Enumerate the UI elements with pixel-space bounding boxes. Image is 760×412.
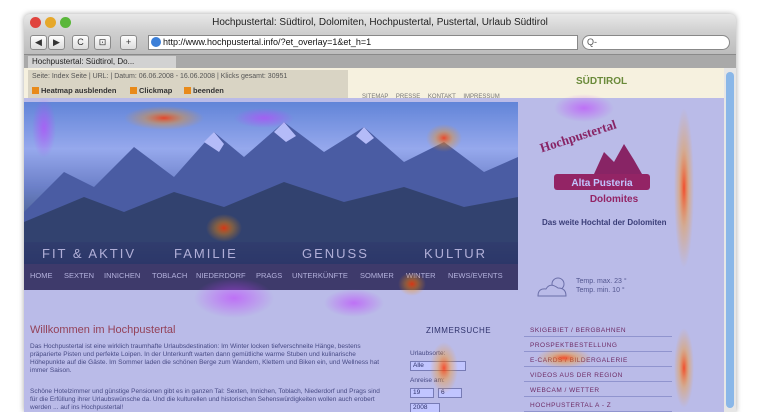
link-webcam[interactable]: WEBCAM / WETTER: [524, 384, 672, 397]
category-familie[interactable]: FAMILIE: [174, 246, 238, 261]
window-title: Hochpustertal: Südtirol, Dolomiten, Hoch…: [212, 17, 548, 28]
weather-widget[interactable]: Temp. max. 23 ° Temp. min. 10 °: [532, 274, 682, 302]
logo-line2: Alta Pusteria: [571, 178, 633, 189]
welcome-title: Willkommen im Hochpustertal: [30, 324, 176, 336]
forward-button[interactable]: ▶: [48, 35, 65, 50]
subnav-prags[interactable]: PRAGS: [256, 271, 282, 280]
mountain-image: [24, 122, 518, 242]
add-bookmark-button[interactable]: +: [120, 35, 137, 50]
day-select[interactable]: 19: [410, 388, 434, 398]
overlay-close-label: beenden: [193, 86, 224, 95]
subnav-home[interactable]: HOME: [30, 271, 53, 280]
suedtirol-logo[interactable]: SÜDTIROL: [576, 76, 627, 87]
logo-line1: Hochpustertal: [538, 116, 619, 155]
clickmap-label: Clickmap: [139, 86, 173, 95]
logo-line3: Dolomites: [590, 194, 639, 205]
url-text: http://www.hochpustertal.info/?et_overla…: [163, 37, 372, 47]
subnav-toblach[interactable]: TOBLACH: [152, 271, 187, 280]
year-select[interactable]: 2008: [410, 403, 440, 412]
tab-hochpustertal[interactable]: Hochpustertal: Südtirol, Do...: [28, 56, 176, 68]
link-hochpustertal-a-z[interactable]: HOCHPUSTERTAL A - Z: [524, 399, 672, 412]
back-button[interactable]: ◀: [30, 35, 47, 50]
page-content: Seite: Index Seite | URL: | Datum: 06.06…: [24, 68, 736, 412]
logo-graphic: Hochpustertal Alta Pusteria Dolomites: [538, 116, 650, 205]
tab-bar: Hochpustertal: Südtirol, Do...: [24, 54, 736, 68]
overlay-close-button[interactable]: beenden: [184, 86, 224, 95]
subnav-sexten[interactable]: SEXTEN: [64, 271, 94, 280]
subnav-unterkuenfte[interactable]: UNTERKÜNFTE: [292, 271, 348, 280]
heatmap-icon: [32, 87, 39, 94]
link-prospektbestellung[interactable]: PROSPEKTBESTELLUNG: [524, 339, 672, 352]
scrollbar-thumb[interactable]: [726, 72, 734, 408]
month-select[interactable]: 6: [438, 388, 462, 398]
search-input[interactable]: Q-: [582, 35, 730, 50]
subnav-niederdorf[interactable]: NIEDERDORF: [196, 271, 246, 280]
heatmap-overlay-panel: Seite: Index Seite | URL: | Datum: 06.06…: [28, 70, 348, 98]
welcome-paragraph-2: Schöne Hotelzimmer und günstige Pensione…: [30, 388, 380, 411]
header-banner: FIT & AKTIV FAMILIE GENUSS KULTUR HOME S…: [24, 102, 518, 290]
browser-toolbar: ◀ ▶ C ⊡ + http://www.hochpustertal.info/…: [24, 32, 736, 54]
heatmap-hide-button[interactable]: Heatmap ausblenden: [32, 86, 116, 95]
subnav-winter[interactable]: WINTER: [406, 271, 436, 280]
anreise-label: Anreise am:: [410, 377, 445, 384]
heatmap-hide-label: Heatmap ausblenden: [41, 86, 117, 95]
link-ecards[interactable]: E-CARDS / BILDERGALERIE: [524, 354, 672, 367]
category-genuss[interactable]: GENUSS: [302, 246, 369, 261]
temp-max: Temp. max. 23 °: [576, 278, 627, 285]
cloud-sun-icon: [537, 277, 567, 297]
category-kultur[interactable]: KULTUR: [424, 246, 487, 261]
hochpustertal-logo[interactable]: Hochpustertal Alta Pusteria Dolomites Da…: [524, 102, 684, 252]
browser-window: Hochpustertal: Südtirol, Dolomiten, Hoch…: [24, 14, 736, 412]
title-bar: Hochpustertal: Südtirol, Dolomiten, Hoch…: [24, 14, 736, 32]
urlaubsorte-select[interactable]: Alle: [410, 361, 466, 371]
welcome-paragraph-1: Das Hochpustertal ist eine wirklich trau…: [30, 343, 380, 374]
clickmap-button[interactable]: Clickmap: [130, 86, 172, 95]
clickmap-icon: [130, 87, 137, 94]
reload-button[interactable]: C: [72, 35, 89, 50]
subnav-sommer[interactable]: SOMMER: [360, 271, 394, 280]
temp-min: Temp. min. 10 °: [576, 287, 625, 294]
close-overlay-icon: [184, 87, 191, 94]
link-skigebiet[interactable]: SKIGEBIET / BERGBAHNEN: [524, 324, 672, 337]
overlay-info-text: Seite: Index Seite | URL: | Datum: 06.06…: [32, 73, 288, 80]
top-navigation[interactable]: SITEMAP PRESSE KONTAKT IMPRESSUM: [362, 94, 500, 100]
view-button[interactable]: ⊡: [94, 35, 111, 50]
subnav-innichen[interactable]: INNICHEN: [104, 271, 140, 280]
zimmersuche-title: ZIMMERSUCHE: [426, 326, 492, 335]
category-fit-aktiv[interactable]: FIT & AKTIV: [42, 246, 136, 261]
url-bar[interactable]: http://www.hochpustertal.info/?et_overla…: [148, 35, 578, 50]
subnav-news-events[interactable]: NEWS/EVENTS: [448, 271, 503, 280]
urlaubsorte-label: Urlaubsorte:: [410, 350, 446, 357]
logo-caption: Das weite Hochtal der Dolomiten: [542, 218, 667, 227]
link-videos[interactable]: VIDEOS AUS DER REGION: [524, 369, 672, 382]
globe-icon: [151, 37, 161, 47]
